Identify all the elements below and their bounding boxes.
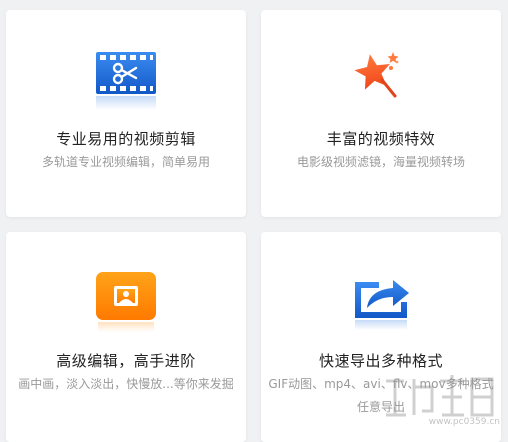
- feature-card-advanced-editing: 高级编辑，高手进阶 画中画，淡入淡出，快慢放...等你来发掘: [6, 232, 246, 442]
- feature-card-fast-export: 快速导出多种格式 GIF动图、mp4、avi、flv、mov多种格式任意导出: [261, 232, 501, 442]
- feature-title: 专业易用的视频剪辑: [56, 130, 196, 148]
- feature-description: GIF动图、mp4、avi、flv、mov多种格式任意导出: [268, 377, 494, 414]
- feature-title: 高级编辑，高手进阶: [56, 352, 196, 370]
- feature-description: 画中画，淡入淡出，快慢放...等你来发掘: [18, 377, 234, 391]
- feature-card-video-editing: 专业易用的视频剪辑 多轨道专业视频编辑，简单易用: [6, 10, 246, 217]
- picture-in-picture-icon: [94, 268, 158, 332]
- star-wand-icon: [349, 48, 413, 112]
- feature-description: 电影级视频滤镜，海量视频转场: [296, 155, 465, 169]
- export-share-icon: [349, 268, 413, 332]
- video-scissors-icon: [94, 48, 158, 112]
- feature-card-video-effects: 丰富的视频特效 电影级视频滤镜，海量视频转场: [261, 10, 501, 217]
- feature-title: 快速导出多种格式: [318, 352, 443, 370]
- feature-description: 多轨道专业视频编辑，简单易用: [41, 155, 210, 169]
- feature-title: 丰富的视频特效: [326, 130, 436, 148]
